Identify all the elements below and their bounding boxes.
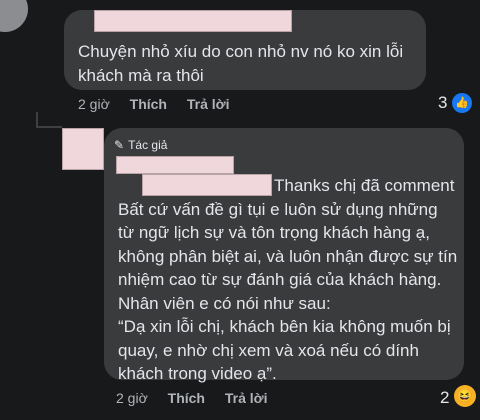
reply-text-line: từ ngữ lịch sự và tôn trọng khách hàng ạ… xyxy=(118,223,430,242)
reply-actions: 2 giờ Thích Trả lời xyxy=(116,390,284,406)
comment-text: Chuyện nhỏ xíu do con nhỏ nv nó ko xin l… xyxy=(78,42,404,85)
reply-author-avatar[interactable] xyxy=(62,128,104,170)
reply-text-line: không phân biệt ai, và luôn nhận được sự… xyxy=(118,246,458,266)
reply-text-line: nhiệm cao từ sự đánh giá của khách hàng. xyxy=(118,270,442,289)
comment-bubble: Chuyện nhỏ xíu do con nhỏ nv nó ko xin l… xyxy=(64,10,426,90)
like-button[interactable]: Thích xyxy=(168,390,205,406)
reaction-count[interactable]: 3 xyxy=(438,93,447,113)
reply-author-name-redacted[interactable] xyxy=(116,156,234,174)
commenter-avatar[interactable] xyxy=(0,0,28,32)
thread-connector-horizontal xyxy=(36,126,62,128)
reply-text-line: Thanks chị đã comment xyxy=(274,176,455,195)
pencil-icon: ✎ xyxy=(114,138,125,152)
reaction-count[interactable]: 2 xyxy=(440,388,449,408)
reply-text: Thanks chị đã comment Bất cứ vấn đề gì t… xyxy=(118,174,458,386)
reply-button[interactable]: Trả lời xyxy=(187,96,230,112)
reply-text-line: khách trong video ạ”. xyxy=(118,364,277,383)
reply-text-line: Bất cứ vấn đề gì tụi e luôn sử dụng nhữn… xyxy=(118,199,438,219)
like-button[interactable]: Thích xyxy=(130,96,167,112)
commenter-name-redacted[interactable] xyxy=(94,10,292,32)
reply-text-line: “Dạ xin lỗi chị, khách bên kia không muố… xyxy=(118,317,451,336)
comment-time[interactable]: 2 giờ xyxy=(78,96,110,112)
reply-time[interactable]: 2 giờ xyxy=(116,390,148,406)
author-badge: ✎ Tác giả xyxy=(114,138,167,152)
reply-bubble: ✎ Tác giả Thanks chị đã comment Bất cứ vấ… xyxy=(104,128,464,383)
comment-actions: 2 giờ Thích Trả lời xyxy=(78,96,246,112)
author-badge-label: Tác giả xyxy=(128,138,168,152)
like-icon[interactable]: 👍 xyxy=(452,93,472,113)
reply-button[interactable]: Trả lời xyxy=(225,390,268,406)
reply-text-line: quay, e nhờ chị xem và xoá nếu có dính xyxy=(118,340,419,360)
reply-text-line: Nhân viên e có nói như sau: xyxy=(118,293,331,313)
haha-icon[interactable]: 😆 xyxy=(454,385,476,407)
